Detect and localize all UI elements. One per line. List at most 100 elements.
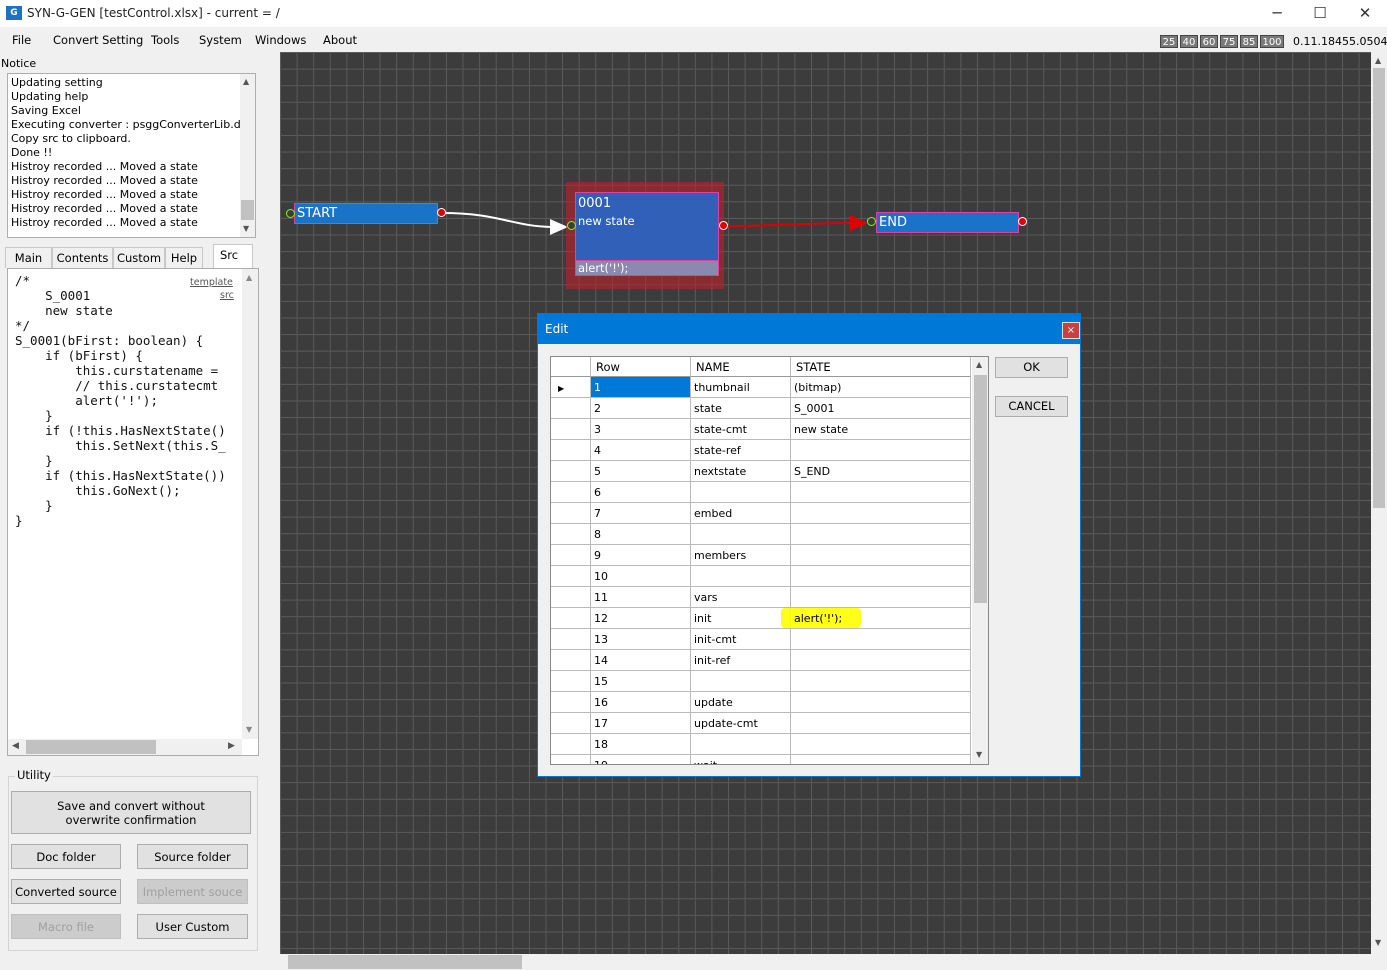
macro-file-button[interactable]: Macro file [11,914,121,939]
cell-row[interactable]: 15 [591,671,691,692]
dialog-close-button[interactable]: × [1062,322,1080,339]
cell-state[interactable] [791,524,971,545]
row-header[interactable] [551,692,591,713]
scroll-down-icon[interactable]: ▼ [976,750,982,759]
cancel-button[interactable]: CANCEL [995,396,1068,417]
src-link[interactable]: src [220,290,234,301]
scroll-up-icon[interactable]: ▲ [246,273,252,282]
cell-state[interactable]: S_0001 [791,398,971,419]
tab-help[interactable]: Help [165,247,203,268]
cell-state[interactable]: new state [791,419,971,440]
cell-state[interactable] [791,734,971,755]
cell-row[interactable]: 16 [591,692,691,713]
cell-name[interactable]: members [691,545,791,566]
cell-state[interactable] [791,566,971,587]
cell-row[interactable]: 12 [591,608,691,629]
source-vertical-scrollbar[interactable]: ▲ ▼ [242,269,258,739]
cell-name[interactable]: update-cmt [691,713,791,734]
cell-state[interactable]: alert('!'); [781,608,971,629]
cell-row[interactable]: 18 [591,734,691,755]
minimize-button[interactable]: ─ [1254,0,1300,27]
cell-name[interactable] [691,734,791,755]
template-link[interactable]: template [190,277,233,288]
state-input-port[interactable] [567,221,576,230]
row-header[interactable] [551,545,591,566]
cell-state[interactable] [791,755,971,764]
zoom-75-button[interactable]: 75 [1220,35,1238,48]
scroll-down-icon[interactable]: ▼ [1375,938,1381,947]
cell-state[interactable] [791,545,971,566]
scroll-up-icon[interactable]: ▲ [243,77,249,86]
source-view[interactable]: /* S_0001 new state */ S_0001(bFirst: bo… [7,268,259,756]
cell-name[interactable]: wait [691,755,791,764]
scroll-down-icon[interactable]: ▼ [243,224,249,233]
cell-state[interactable] [791,650,971,671]
cell-row[interactable]: 2 [591,398,691,419]
row-header[interactable] [551,587,591,608]
canvas-horizontal-scrollbar[interactable] [280,954,1371,970]
notice-scrollbar[interactable]: ▲ ▼ [240,74,255,237]
state-output-port[interactable] [719,221,728,230]
column-header-row[interactable]: Row [591,357,691,377]
end-output-port[interactable] [1018,217,1027,226]
cell-row[interactable]: 6 [591,482,691,503]
row-header[interactable] [551,482,591,503]
menu-system[interactable]: System [199,33,242,47]
source-horizontal-scrollbar[interactable]: ◀ ▶ [8,739,242,755]
cell-row[interactable]: 9 [591,545,691,566]
canvas-hscroll-thumb[interactable] [288,955,522,969]
scroll-left-icon[interactable]: ◀ [12,741,19,751]
ok-button[interactable]: OK [995,357,1068,378]
row-header[interactable] [551,713,591,734]
cell-name[interactable]: init-ref [691,650,791,671]
cell-row[interactable]: 17 [591,713,691,734]
tab-contents[interactable]: Contents [52,247,113,268]
row-header[interactable] [551,629,591,650]
cell-row[interactable]: 4 [591,440,691,461]
cell-row[interactable]: 10 [591,566,691,587]
menu-file[interactable]: File [12,33,31,47]
cell-state[interactable] [791,482,971,503]
cell-row[interactable]: 8 [591,524,691,545]
cell-name[interactable]: nextstate [691,461,791,482]
row-header[interactable] [551,524,591,545]
start-state-node[interactable]: START [294,203,438,224]
canvas-vscroll-thumb[interactable] [1373,68,1385,508]
cell-row[interactable]: 5 [591,461,691,482]
cell-name[interactable]: state-ref [691,440,791,461]
cell-row[interactable]: 19 [591,755,691,764]
scroll-down-icon[interactable]: ▼ [246,725,252,734]
cell-state[interactable] [791,587,971,608]
menu-convert-setting[interactable]: Convert Setting [53,33,143,47]
row-header[interactable] [551,503,591,524]
cell-name[interactable]: state-cmt [691,419,791,440]
cell-state[interactable] [791,671,971,692]
doc-folder-button[interactable]: Doc folder [11,844,121,869]
row-header[interactable] [551,419,591,440]
user-custom-button[interactable]: User Custom [137,914,248,939]
maximize-button[interactable]: ☐ [1297,0,1343,27]
zoom-40-button[interactable]: 40 [1180,35,1198,48]
zoom-85-button[interactable]: 85 [1240,35,1258,48]
tab-custom[interactable]: Custom [113,247,165,268]
menu-windows[interactable]: Windows [255,33,306,47]
tab-main[interactable]: Main [5,247,52,268]
column-header-state[interactable]: STATE [791,357,971,377]
cell-name[interactable]: state [691,398,791,419]
cell-name[interactable]: thumbnail [691,377,791,398]
state-init-code[interactable]: alert('!'); [575,260,719,276]
implement-source-button[interactable]: Implement souce [137,879,248,904]
cell-row[interactable]: 1 [591,377,691,398]
cell-state[interactable]: (bitmap) [791,377,971,398]
cell-row[interactable]: 3 [591,419,691,440]
zoom-25-button[interactable]: 25 [1160,35,1178,48]
cell-name[interactable]: embed [691,503,791,524]
grid-vertical-scrollbar[interactable]: ▲ ▼ [972,357,988,764]
row-header[interactable] [551,734,591,755]
cell-state[interactable]: S_END [791,461,971,482]
canvas-vertical-scrollbar[interactable]: ▲ ▼ [1371,52,1387,954]
notice-scroll-thumb[interactable] [241,200,254,220]
row-header[interactable] [551,608,591,629]
source-folder-button[interactable]: Source folder [137,844,248,869]
grid-scroll-thumb[interactable] [974,375,987,603]
